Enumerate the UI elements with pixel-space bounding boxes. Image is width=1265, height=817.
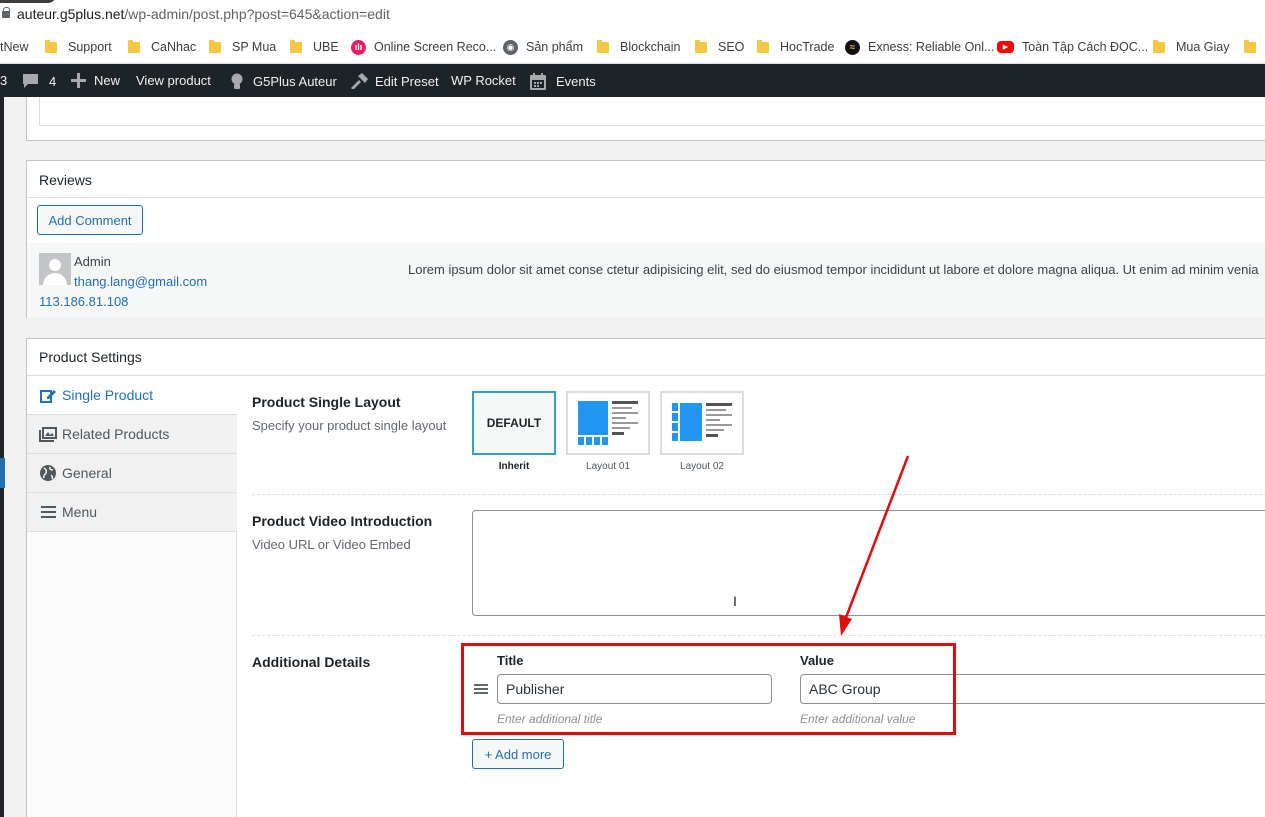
admin-menu-edge <box>0 97 4 817</box>
avatar <box>39 253 71 285</box>
exness-icon: ≈ <box>845 39 860 55</box>
url-path: /wp-admin/post.php?post=645&action=edit <box>124 6 390 22</box>
settings-tabs: Single Product Related Products General … <box>27 376 237 817</box>
layout-option-caption: Layout 01 <box>586 461 630 472</box>
default-layout-badge: DEFAULT <box>474 393 554 453</box>
comment-ip-link[interactable]: 113.186.81.108 <box>39 294 128 309</box>
comment-bubble-icon <box>23 74 38 88</box>
folder-icon <box>1244 39 1256 53</box>
wp-rocket-menu[interactable]: WP Rocket <box>451 73 516 88</box>
bookmarks-bar: tNew Support CaNhac SP Mua UBE ılı Online… <box>0 29 1265 64</box>
bookmark-item[interactable]: CaNhac <box>128 38 196 56</box>
field-separator <box>252 635 1265 636</box>
folder-icon <box>290 39 302 53</box>
tab-menu[interactable]: Menu <box>27 493 237 532</box>
layout-01-thumbnail-icon <box>578 401 638 445</box>
edit-icon <box>39 387 57 403</box>
g5plus-menu[interactable]: G5Plus Auteur <box>230 73 337 90</box>
bookmark-item[interactable]: ılı Online Screen Reco... <box>351 38 496 56</box>
text-cursor-icon: I <box>733 593 737 609</box>
comment-email-link[interactable]: thang.lang@gmail.com <box>74 274 207 289</box>
layout-option-inherit[interactable]: DEFAULT <box>472 391 556 455</box>
folder-icon <box>1153 39 1165 53</box>
folder-icon <box>209 39 221 53</box>
single-layout-description: Specify your product single layout <box>252 418 447 433</box>
video-description: Video URL or Video Embed <box>252 537 411 552</box>
bookmark-item[interactable]: UBE <box>290 38 339 56</box>
reviews-title: Reviews <box>39 172 92 188</box>
admin-menu-collapse-handle[interactable] <box>0 458 5 488</box>
lock-icon <box>2 7 10 18</box>
folder-icon <box>128 39 140 53</box>
screen-recorder-icon: ılı <box>351 39 366 55</box>
reviews-metabox: Reviews Add Comment Admin thang.lang@gma… <box>26 160 1265 318</box>
annotation-highlight-box <box>461 643 956 735</box>
folder-icon <box>695 39 707 53</box>
edit-preset-menu[interactable]: Edit Preset <box>350 73 439 89</box>
additional-details-label: Additional Details <box>252 654 371 670</box>
folder-icon <box>597 39 609 53</box>
bookmark-item[interactable]: ◉ Sản phẩm <box>503 38 583 56</box>
add-comment-button[interactable]: Add Comment <box>37 205 143 235</box>
annotation-arrow-icon <box>839 455 910 636</box>
url-text[interactable]: auteur.g5plus.net/wp-admin/post.php?post… <box>17 6 390 22</box>
folder-icon <box>45 39 57 53</box>
tab-strip-fragment <box>0 0 56 3</box>
comment-author: Admin <box>74 254 111 269</box>
bookmark-overflow[interactable] <box>1244 38 1265 56</box>
bookmark-item[interactable]: ▶ Toàn Tập Cách ĐỌC... <box>997 38 1148 56</box>
images-icon <box>39 426 57 442</box>
bookmark-item[interactable]: Mua Giay <box>1153 38 1230 56</box>
bookmark-item[interactable]: SEO <box>695 38 744 56</box>
wp-admin-bar: 3 4 New View product G5Plus Auteur Edit … <box>0 64 1265 97</box>
tab-general[interactable]: General <box>27 454 237 493</box>
menu-icon <box>39 506 57 518</box>
globe-icon <box>39 465 57 481</box>
field-separator <box>252 494 1265 495</box>
add-more-button[interactable]: + Add more <box>472 739 564 769</box>
url-host: auteur.g5plus.net <box>17 6 125 22</box>
folder-icon <box>757 39 769 53</box>
divider <box>27 197 1265 198</box>
tab-related-products[interactable]: Related Products <box>27 415 237 454</box>
bookmark-item[interactable]: HocTrade <box>757 38 834 56</box>
layout-option-02[interactable] <box>660 391 744 455</box>
layout-option-caption: Layout 02 <box>680 461 724 472</box>
globe-icon: ◉ <box>503 39 518 55</box>
plus-icon <box>71 73 86 88</box>
single-layout-label: Product Single Layout <box>252 394 401 410</box>
bookmark-item[interactable]: Blockchain <box>597 38 680 56</box>
previous-metabox-content <box>39 97 1265 126</box>
product-settings-metabox: Product Settings Single Product Related … <box>26 338 1265 817</box>
bookmark-item[interactable]: Support <box>45 38 112 56</box>
bookmark-item[interactable]: tNew <box>0 38 28 56</box>
layout-option-01[interactable] <box>566 391 650 455</box>
updates-count[interactable]: 3 <box>0 73 7 88</box>
layout-02-thumbnail-icon <box>672 403 732 441</box>
new-content-menu[interactable]: New <box>71 73 120 88</box>
comment-text: Lorem ipsum dolor sit amet conse ctetur … <box>408 262 1259 277</box>
view-product-link[interactable]: View product <box>136 73 211 88</box>
layout-option-caption: Inherit <box>498 461 530 472</box>
comments-menu[interactable]: 4 <box>22 73 56 89</box>
previous-metabox <box>26 97 1265 141</box>
bookmark-item[interactable]: ≈ Exness: Reliable Onl... <box>845 38 994 56</box>
product-settings-title: Product Settings <box>39 349 142 365</box>
browser-address-bar[interactable]: auteur.g5plus.net/wp-admin/post.php?post… <box>0 0 1265 29</box>
youtube-icon: ▶ <box>997 41 1014 53</box>
video-label: Product Video Introduction <box>252 513 433 529</box>
tab-single-product[interactable]: Single Product <box>27 376 237 415</box>
calendar-icon <box>530 73 546 90</box>
lightbulb-icon <box>231 73 243 89</box>
events-menu[interactable]: Events <box>530 73 596 90</box>
bookmark-item[interactable]: SP Mua <box>209 38 276 56</box>
comment-row: Admin thang.lang@gmail.com 113.186.81.10… <box>27 243 1265 318</box>
hammer-icon <box>351 73 368 89</box>
